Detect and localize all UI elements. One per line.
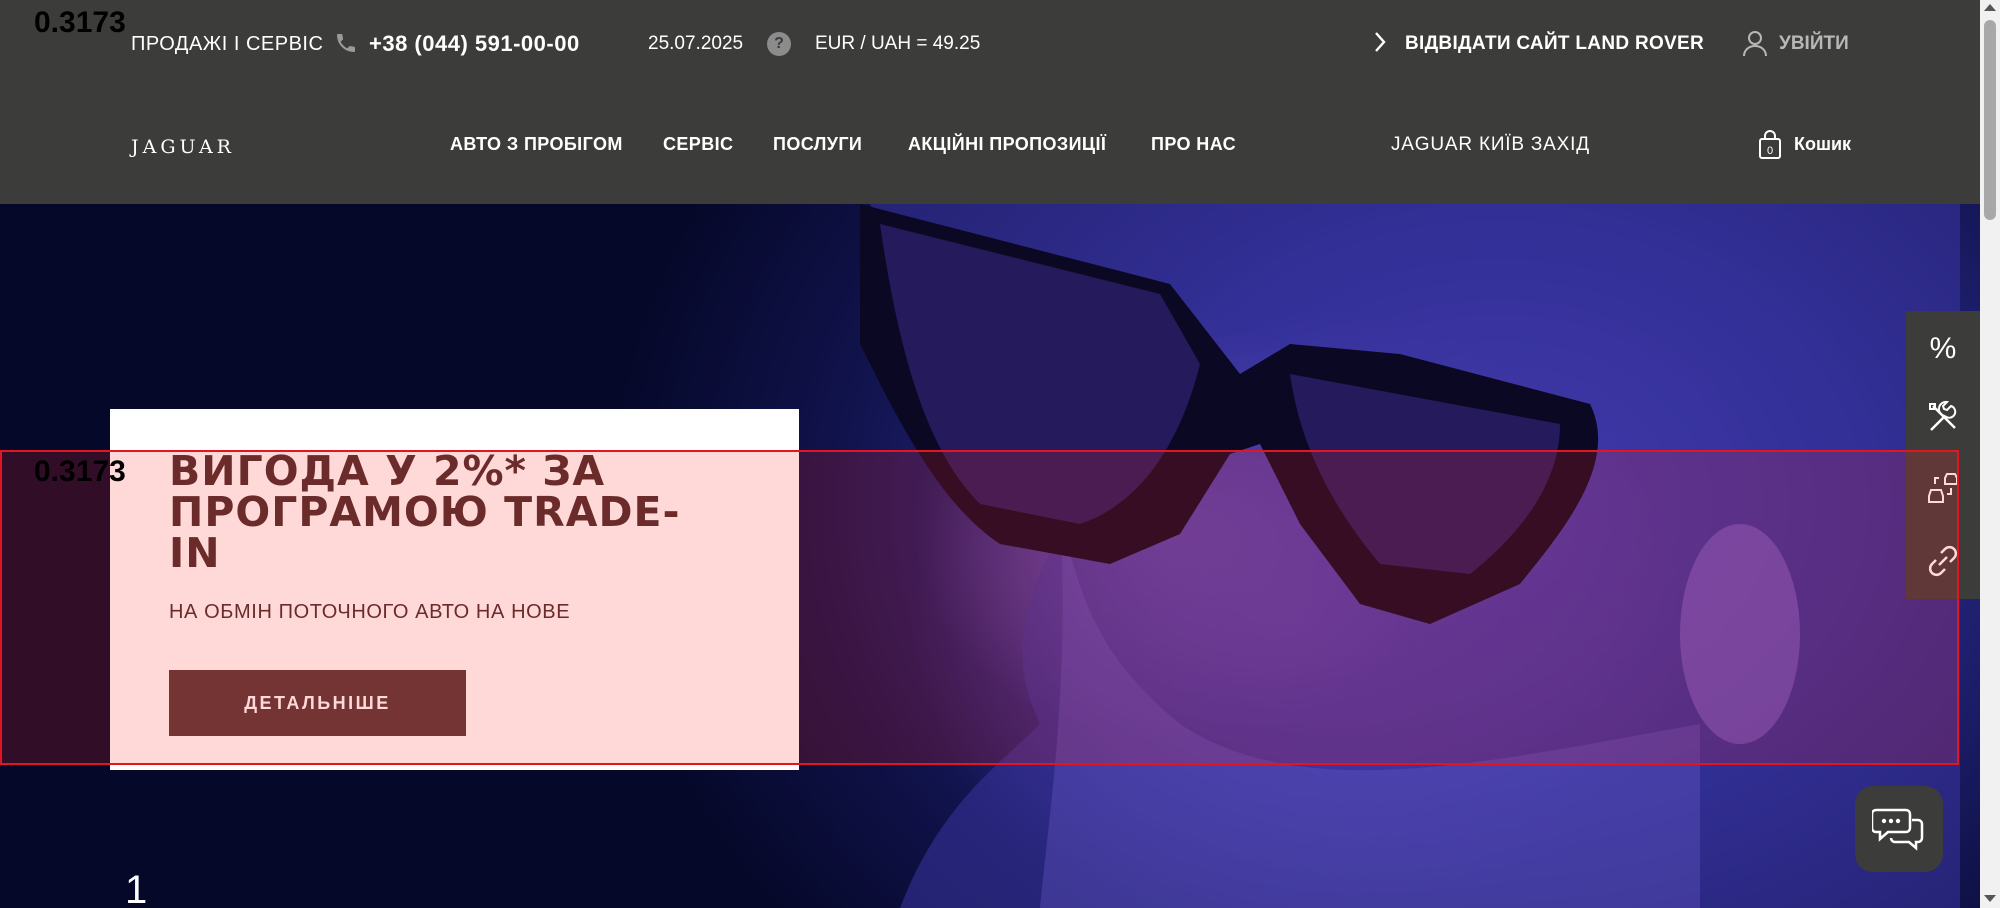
current-date: 25.07.2025 [648,33,744,54]
score-label-top: 0.3173 [34,6,126,39]
slide-number: 1 [125,868,148,908]
cart-link[interactable]: Кошик [1794,134,1851,155]
promo-subtitle: НА ОБМІН ПОТОЧНОГО АВТО НА НОВЕ [169,601,571,623]
link-icon[interactable] [1925,543,1961,579]
top-bar: ПРОДАЖІ І СЕРВІС +38 (044) 591-00-00 25.… [0,0,1980,90]
cart-count: 0 [1767,145,1773,157]
phone-link[interactable]: +38 (044) 591-00-00 [369,32,580,56]
user-icon[interactable] [1742,29,1768,57]
page-scrollbar[interactable] [1980,0,2000,908]
help-icon[interactable]: ? [767,32,791,56]
nav-about-us[interactable]: ПРО НАС [1151,134,1236,155]
jaguar-logo[interactable]: JAGUAR [131,136,235,158]
promo-card: ВИГОДА У 2%* ЗА ПРОГРАМОЮ TRADE-IN НА ОБ… [110,409,799,770]
dealer-selector[interactable]: JAGUAR КИЇВ ЗАХІД [1391,134,1590,156]
sales-service-label: ПРОДАЖІ І СЕРВІС [131,33,324,55]
exchange-rate: EUR / UAH = 49.25 [815,33,981,54]
visit-land-rover-link[interactable]: ВІДВІДАТИ САЙТ LAND ROVER [1405,32,1704,56]
nav-service[interactable]: СЕРВІС [663,134,733,155]
hero-banner: ВИГОДА У 2%* ЗА ПРОГРАМОЮ TRADE-IN НА ОБ… [0,204,1980,908]
chevron-right-icon [1375,32,1386,52]
car-exchange-icon[interactable] [1925,472,1961,508]
score-label-box: 0.3173 [34,455,126,488]
scroll-up-arrow[interactable] [1984,4,1996,11]
chat-button[interactable] [1855,786,1943,872]
chat-bubbles-icon [1872,808,1924,851]
phone-icon [337,34,355,52]
scroll-thumb[interactable] [1984,20,1996,220]
nav-services[interactable]: ПОСЛУГИ [773,134,862,155]
nav-used-cars[interactable]: АВТО З ПРОБІГОМ [450,134,623,155]
main-navigation: JAGUAR АВТО З ПРОБІГОМ СЕРВІС ПОСЛУГИ АК… [0,90,1980,204]
side-tools-panel: % [1906,311,1980,599]
nav-special-offers[interactable]: АКЦІЙНІ ПРОПОЗИЦІЇ [908,134,1106,155]
login-link[interactable]: УВІЙТИ [1779,32,1849,56]
details-button[interactable]: ДЕТАЛЬНІШЕ [169,670,466,736]
promo-title: ВИГОДА У 2%* ЗА ПРОГРАМОЮ TRADE-IN [169,447,681,577]
shopping-bag-icon[interactable]: 0 [1758,130,1782,160]
scroll-down-arrow[interactable] [1984,895,1996,902]
percent-icon[interactable]: % [1925,331,1961,367]
wrench-tools-icon[interactable] [1925,400,1961,436]
